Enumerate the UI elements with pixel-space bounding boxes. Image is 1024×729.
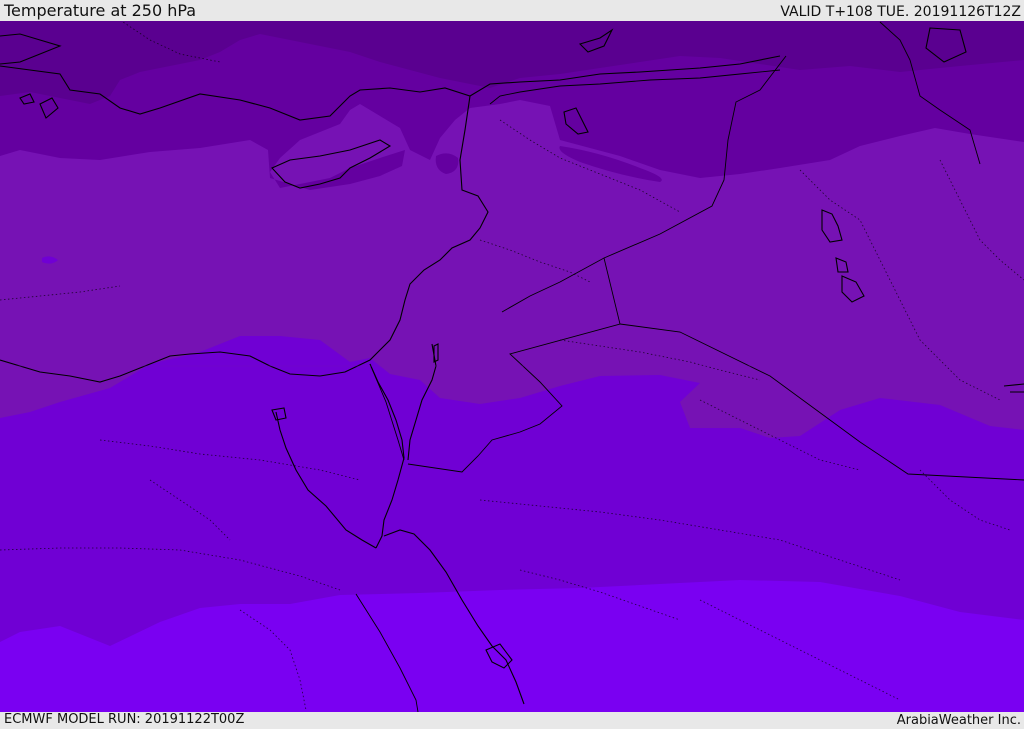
map-title: Temperature at 250 hPa	[4, 1, 197, 20]
map-canvas	[0, 21, 1024, 712]
temperature-map	[0, 21, 1024, 712]
credit-label: ArabiaWeather Inc.	[896, 713, 1021, 728]
model-run-label: ECMWF MODEL RUN: 20191122T00Z	[4, 712, 245, 727]
map-footer: ECMWF MODEL RUN: 20191122T00Z ArabiaWeat…	[0, 712, 1024, 729]
valid-time: VALID T+108 TUE. 20191126T12Z	[780, 4, 1021, 20]
map-header: Temperature at 250 hPa VALID T+108 TUE. …	[0, 0, 1024, 21]
